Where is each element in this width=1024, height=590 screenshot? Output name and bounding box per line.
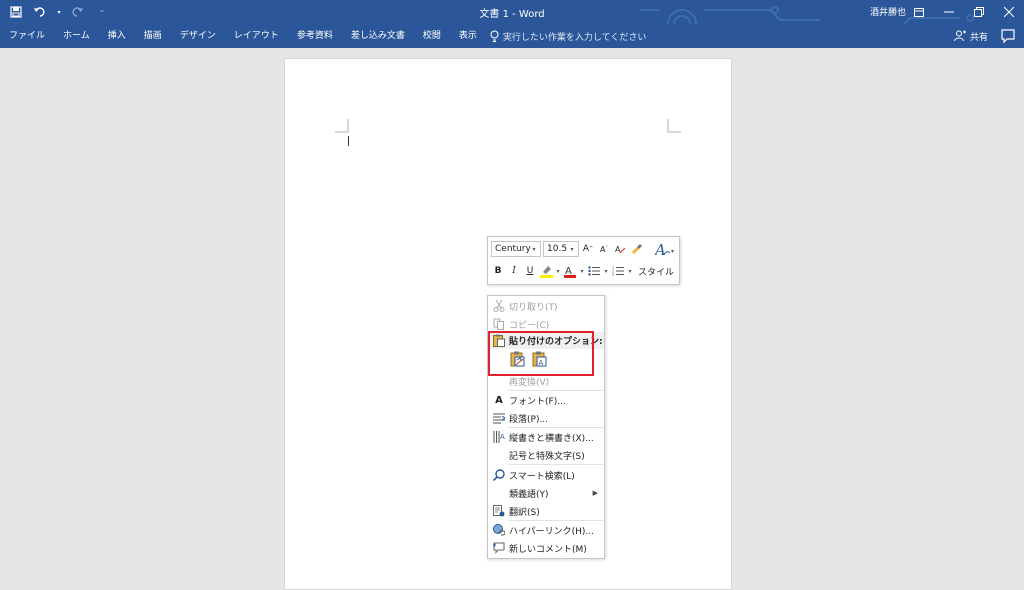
tab-draw[interactable]: 描画: [135, 24, 171, 48]
font-size-value: 10.5: [547, 244, 568, 254]
menu-item-cut[interactable]: 切り取り(T): [488, 297, 604, 315]
person-add-icon: [953, 30, 966, 42]
menu-item-thesaurus[interactable]: 類義語(Y) ▶: [488, 484, 604, 502]
share-label: 共有: [969, 32, 988, 43]
keep-source-formatting-icon[interactable]: [510, 351, 526, 367]
menu-item-smart-lookup[interactable]: スマート検索(L): [488, 466, 604, 484]
share-button[interactable]: 共有: [953, 24, 988, 48]
comments-icon[interactable]: [1000, 28, 1016, 44]
text-direction-icon: A: [491, 429, 507, 445]
close-icon[interactable]: [994, 0, 1024, 24]
context-menu: 切り取り(T) コピー(C) 貼り付けのオプション: A 再変換(V) A フォ…: [487, 295, 605, 559]
menu-item-text-direction[interactable]: A 縦書きと横書き(X)...: [488, 428, 604, 446]
tell-me-text: 実行したい作業を入力してください: [502, 32, 647, 43]
styles-gallery-icon[interactable]: A ▾: [653, 241, 679, 257]
minimize-icon[interactable]: [934, 0, 964, 24]
svg-text:▾: ▾: [671, 248, 674, 255]
menu-item-translate[interactable]: 翻訳(S): [488, 502, 604, 520]
svg-text:A: A: [539, 359, 544, 367]
menu-item-copy[interactable]: コピー(C): [488, 315, 604, 333]
paste-options-header: 貼り付けのオプション:: [488, 332, 604, 349]
svg-text:3: 3: [612, 273, 614, 276]
font-icon: A: [495, 394, 503, 406]
tab-mailings[interactable]: 差し込み文書: [342, 24, 414, 48]
margin-corner-icon: [667, 119, 681, 133]
chevron-down-icon: ▾: [532, 245, 536, 253]
bullets-icon[interactable]: [587, 263, 601, 279]
font-color-icon[interactable]: A: [563, 263, 577, 279]
tab-home[interactable]: ホーム: [54, 24, 99, 48]
italic-button[interactable]: I: [507, 263, 521, 279]
chevron-down-icon[interactable]: ▾: [627, 268, 633, 275]
title-bar: ▾ ⁼ 文書 1 - Word 酒井勝也: [0, 0, 1024, 41]
tab-view[interactable]: 表示: [450, 24, 486, 48]
tab-review[interactable]: 校閲: [414, 24, 450, 48]
copy-icon: [491, 316, 507, 332]
paste-options-row: A: [510, 351, 548, 367]
window-controls: [904, 0, 1024, 24]
font-name-box[interactable]: Century ▾: [491, 241, 541, 257]
ribbon-display-options-icon[interactable]: [904, 0, 934, 24]
user-name[interactable]: 酒井勝也: [870, 5, 906, 18]
menu-item-paragraph[interactable]: 段落(P)...: [488, 409, 604, 427]
tab-layout[interactable]: レイアウト: [225, 24, 288, 48]
tell-me-box[interactable]: 実行したい作業を入力してください: [486, 30, 646, 43]
chevron-down-icon: ▾: [570, 245, 574, 253]
translate-icon: [491, 503, 507, 519]
highlight-color-icon[interactable]: [539, 263, 553, 279]
keep-text-only-icon[interactable]: A: [532, 351, 548, 367]
svg-text:A: A: [655, 241, 666, 257]
menu-item-new-comment[interactable]: 新しいコメント(M): [488, 539, 604, 557]
lightbulb-icon: [490, 30, 499, 42]
margin-corner-icon: [335, 119, 349, 133]
chevron-down-icon[interactable]: ▾: [603, 268, 609, 275]
paste-icon: [491, 333, 507, 349]
styles-button[interactable]: スタイル: [635, 265, 674, 278]
menu-item-symbols[interactable]: 記号と特殊文字(S): [488, 446, 604, 464]
submenu-arrow-icon: ▶: [592, 489, 598, 497]
font-size-box[interactable]: 10.5 ▾: [543, 241, 579, 257]
svg-text:A: A: [500, 433, 505, 441]
tab-insert[interactable]: 挿入: [99, 24, 135, 48]
shrink-font-icon[interactable]: Aˇ: [597, 241, 611, 257]
mini-toolbar: Century ▾ 10.5 ▾ A ^ Aˇ A A ▾ B I U ▾ A ▾: [487, 236, 680, 285]
tab-design[interactable]: デザイン: [171, 24, 225, 48]
menu-item-font[interactable]: A フォント(F)...: [488, 391, 604, 409]
menu-item-hyperlink[interactable]: ハイパーリンク(H)...: [488, 521, 604, 539]
menu-item-reconvert[interactable]: 再変換(V): [488, 372, 604, 390]
hyperlink-icon: [491, 522, 507, 538]
paragraph-icon: [491, 410, 507, 426]
smart-lookup-icon: [491, 467, 507, 483]
font-name-value: Century: [495, 244, 531, 254]
tab-references[interactable]: 参考資料: [288, 24, 342, 48]
format-painter-icon[interactable]: [629, 241, 643, 257]
numbering-icon[interactable]: 123: [611, 263, 625, 279]
menu-separator: [508, 464, 603, 465]
bold-button[interactable]: B: [491, 263, 505, 279]
new-comment-icon: [491, 540, 507, 556]
restore-icon[interactable]: [964, 0, 994, 24]
ribbon-tab-bar: ファイル ホーム 挿入 描画 デザイン レイアウト 参考資料 差し込み文書 校閲…: [0, 24, 1024, 48]
grow-font-icon[interactable]: A ^: [581, 241, 595, 257]
clear-formatting-icon[interactable]: A: [613, 241, 627, 257]
chevron-down-icon[interactable]: ▾: [555, 268, 561, 275]
text-cursor: [348, 136, 349, 146]
underline-button[interactable]: U: [523, 263, 537, 279]
tab-file[interactable]: ファイル: [0, 24, 54, 48]
scissors-icon: [491, 298, 507, 314]
chevron-down-icon[interactable]: ▾: [579, 268, 585, 275]
